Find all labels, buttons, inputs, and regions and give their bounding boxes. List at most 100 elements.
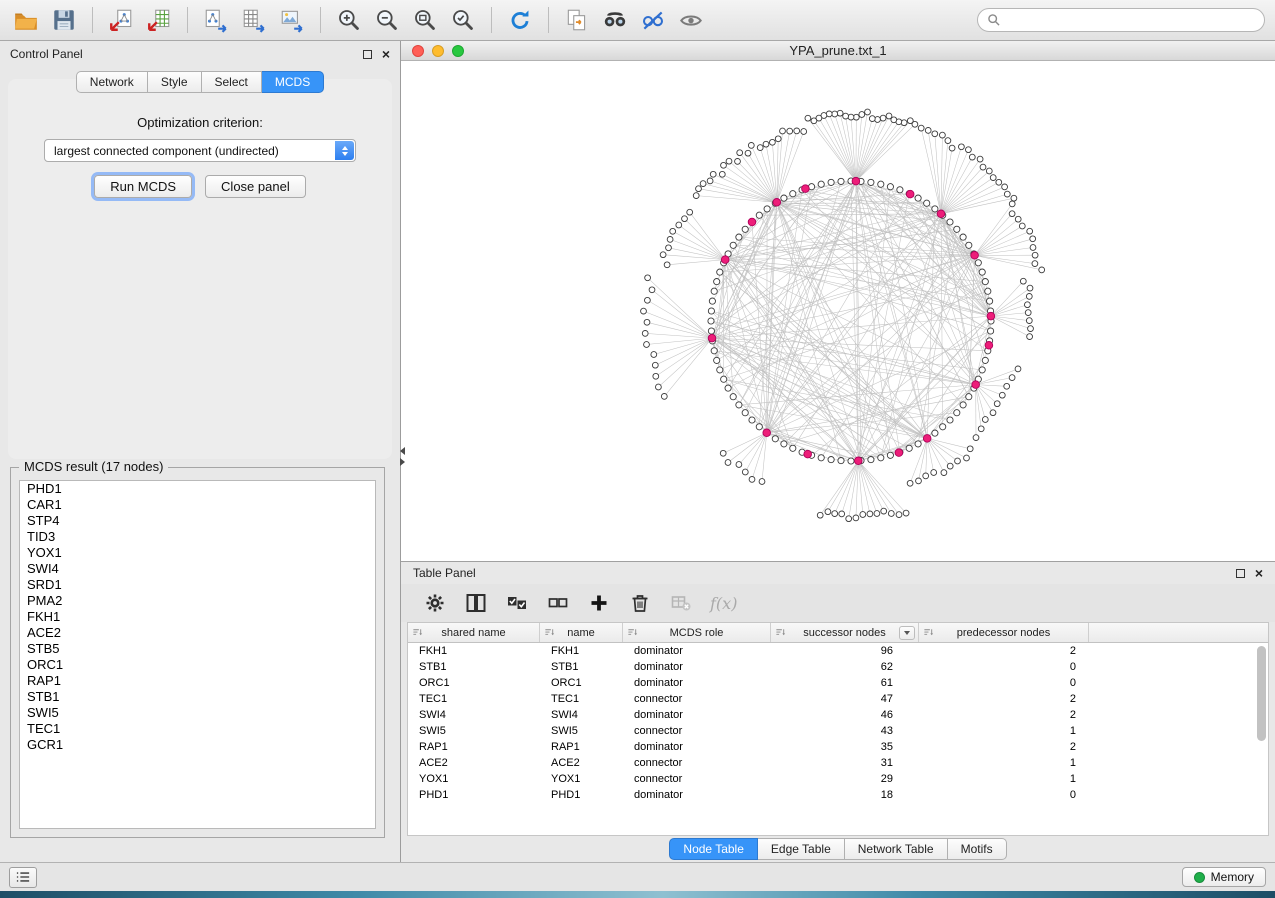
mcds-result-node[interactable]: YOX1: [20, 545, 375, 561]
cell-name: STB1: [540, 661, 623, 673]
tab-select[interactable]: Select: [202, 71, 262, 93]
mcds-result-node[interactable]: SWI5: [20, 705, 375, 721]
column-header-predecessor-nodes[interactable]: predecessor nodes: [919, 623, 1089, 642]
hide-details-button[interactable]: [637, 4, 669, 36]
panel-collapse-handle[interactable]: [400, 447, 405, 466]
column-header-mcds-role[interactable]: MCDS role: [623, 623, 771, 642]
table-row[interactable]: PHD1PHD1dominator180: [408, 787, 1268, 803]
import-disabled-button[interactable]: [667, 589, 695, 617]
mcds-result-node[interactable]: GCR1: [20, 737, 375, 753]
refresh-button[interactable]: [504, 4, 536, 36]
open-session-button[interactable]: [10, 4, 42, 36]
mcds-result-node[interactable]: FKH1: [20, 609, 375, 625]
search-input[interactable]: [1006, 13, 1255, 27]
column-header-shared-name[interactable]: shared name: [408, 623, 540, 642]
search-box[interactable]: [977, 8, 1265, 32]
select-all-button[interactable]: [503, 589, 531, 617]
export-image-icon: [279, 7, 305, 33]
table-row[interactable]: FKH1FKH1dominator962: [408, 643, 1268, 659]
table-settings-button[interactable]: [421, 589, 449, 617]
minimize-window-button[interactable]: [432, 45, 444, 57]
column-dropdown-icon[interactable]: [899, 626, 915, 640]
memory-button[interactable]: Memory: [1182, 867, 1266, 887]
tab-mcds[interactable]: MCDS: [262, 71, 324, 93]
mcds-result-node[interactable]: ACE2: [20, 625, 375, 641]
open-session-icon: [13, 7, 39, 33]
zoom-out-button[interactable]: [371, 4, 403, 36]
control-panel-tabs: NetworkStyleSelectMCDS: [0, 71, 400, 93]
column-header-successor-nodes[interactable]: successor nodes: [771, 623, 919, 642]
zoom-in-button[interactable]: [333, 4, 365, 36]
cell-predecessor_nodes: 2: [919, 709, 1089, 721]
tab-node-table[interactable]: Node Table: [669, 838, 758, 860]
table-row[interactable]: SWI5SWI5connector431: [408, 723, 1268, 739]
table-scrollbar[interactable]: [1255, 644, 1267, 832]
column-header-name[interactable]: name: [540, 623, 623, 642]
zoom-selected-button[interactable]: [447, 4, 479, 36]
mcds-result-node[interactable]: STB5: [20, 641, 375, 657]
copy-document-button[interactable]: [561, 4, 593, 36]
mcds-result-node[interactable]: TEC1: [20, 721, 375, 737]
zoom-fit-button[interactable]: [409, 4, 441, 36]
mcds-result-list[interactable]: PHD1CAR1STP4TID3YOX1SWI4SRD1PMA2FKH1ACE2…: [19, 480, 376, 829]
add-entry-button[interactable]: [585, 589, 613, 617]
tab-network-table[interactable]: Network Table: [845, 838, 948, 860]
close-window-button[interactable]: [412, 45, 424, 57]
table-row[interactable]: ACE2ACE2connector311: [408, 755, 1268, 771]
cell-mcds_role: dominator: [623, 677, 771, 689]
run-mcds-button[interactable]: Run MCDS: [94, 175, 192, 198]
mcds-result-node[interactable]: RAP1: [20, 673, 375, 689]
export-table-button[interactable]: [238, 4, 270, 36]
network-canvas[interactable]: [401, 61, 1275, 561]
status-bar: Memory: [0, 862, 1275, 891]
control-panel-float-icon[interactable]: [363, 50, 372, 59]
table-row[interactable]: ORC1ORC1dominator610: [408, 675, 1268, 691]
tab-network[interactable]: Network: [76, 71, 148, 93]
export-network-button[interactable]: [200, 4, 232, 36]
first-neighbors-button[interactable]: [599, 4, 631, 36]
export-image-button[interactable]: [276, 4, 308, 36]
table-row[interactable]: RAP1RAP1dominator352: [408, 739, 1268, 755]
save-session-button[interactable]: [48, 4, 80, 36]
close-mcds-panel-button[interactable]: Close panel: [205, 175, 306, 198]
maximize-window-button[interactable]: [452, 45, 464, 57]
column-header-filler: [1089, 623, 1268, 642]
toolbar-separator: [320, 7, 321, 33]
criterion-select[interactable]: largest connected component (undirected): [44, 139, 356, 162]
table-panel-float-icon[interactable]: [1236, 569, 1245, 578]
cell-shared_name: PHD1: [408, 789, 540, 801]
mcds-result-node[interactable]: TID3: [20, 529, 375, 545]
delete-entry-button[interactable]: [626, 589, 654, 617]
task-history-button[interactable]: [9, 867, 37, 888]
mcds-result-node[interactable]: SWI4: [20, 561, 375, 577]
show-details-button[interactable]: [675, 4, 707, 36]
mcds-result-node[interactable]: SRD1: [20, 577, 375, 593]
scrollbar-thumb[interactable]: [1257, 646, 1266, 741]
cell-mcds_role: connector: [623, 773, 771, 785]
mcds-result-node[interactable]: ORC1: [20, 657, 375, 673]
tab-edge-table[interactable]: Edge Table: [758, 838, 845, 860]
table-row[interactable]: YOX1YOX1connector291: [408, 771, 1268, 787]
tab-style[interactable]: Style: [148, 71, 202, 93]
table-row[interactable]: STB1STB1dominator620: [408, 659, 1268, 675]
mcds-result-node[interactable]: STP4: [20, 513, 375, 529]
table-row[interactable]: TEC1TEC1connector472: [408, 691, 1268, 707]
mcds-result-node[interactable]: STB1: [20, 689, 375, 705]
network-graph[interactable]: [401, 61, 1274, 561]
deselect-all-button[interactable]: [544, 589, 572, 617]
zoom-fit-icon: [412, 7, 438, 33]
mcds-result-node[interactable]: CAR1: [20, 497, 375, 513]
mcds-result-node[interactable]: PHD1: [20, 481, 375, 497]
cell-name: ORC1: [540, 677, 623, 689]
expand-right-icon: [400, 458, 405, 466]
import-network-button[interactable]: [105, 4, 137, 36]
mcds-result-node[interactable]: PMA2: [20, 593, 375, 609]
table-row[interactable]: SWI4SWI4dominator462: [408, 707, 1268, 723]
control-panel-close-icon[interactable]: ×: [382, 49, 390, 59]
tab-motifs[interactable]: Motifs: [948, 838, 1007, 860]
import-table-button[interactable]: [143, 4, 175, 36]
save-session-icon: [51, 7, 77, 33]
table-panel-close-icon[interactable]: ×: [1255, 568, 1263, 578]
show-columns-button[interactable]: [462, 589, 490, 617]
function-builder-button[interactable]: f(x): [708, 589, 739, 617]
